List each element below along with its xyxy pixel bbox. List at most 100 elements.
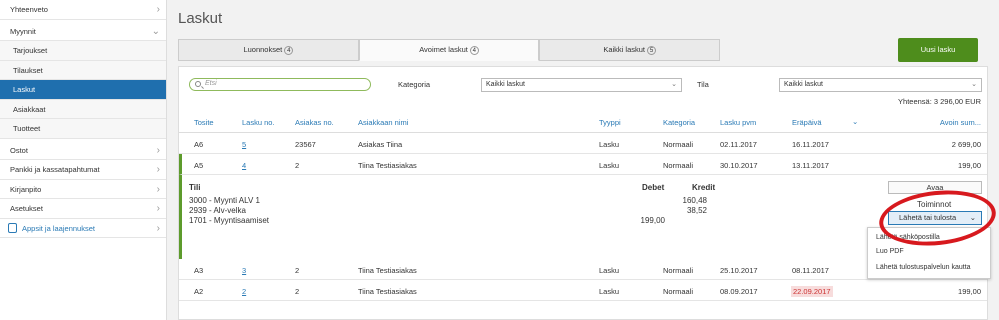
shopping-bag-icon: [8, 222, 17, 233]
state-value: Kaikki laskut: [784, 81, 823, 88]
sidebar: Yhteenveto › Myynnit ⌄ Tarjoukset Tilaukse…: [0, 0, 167, 320]
menu-item-print-service[interactable]: Lähetä tulostuspalvelun kautta: [876, 264, 971, 271]
chevron-right-icon: ›: [156, 144, 160, 156]
sidebar-item-label: Ostot: [10, 145, 28, 155]
col-tyyppi[interactable]: Tyyppi: [599, 118, 621, 127]
cell-tyyppi: Lasku: [599, 140, 620, 149]
sidebar-item-kirjanpito[interactable]: Kirjanpito ›: [0, 180, 166, 199]
detail-col-debet: Debet: [642, 183, 665, 192]
sidebar-item-label: Myynnit: [10, 26, 36, 36]
cell-tosite: A2: [194, 287, 204, 296]
table-header: Tosite Lasku no. Asiakas no. Asiakkaan n…: [179, 115, 987, 133]
sidebar-item-label: Kirjanpito: [10, 184, 42, 194]
chevron-right-icon: ›: [156, 164, 160, 175]
col-pvm[interactable]: Lasku pvm: [720, 118, 756, 127]
detail-account: 3000 - Myynti ALV 1: [189, 196, 260, 205]
count-badge: 4: [469, 46, 479, 55]
col-lasku-no[interactable]: Lasku no.: [242, 118, 275, 127]
invoice-link[interactable]: 4: [242, 161, 246, 170]
col-asiakas-nimi[interactable]: Asiakkaan nimi: [358, 118, 408, 127]
sidebar-item-apps[interactable]: Appsit ja laajennukset ›: [0, 219, 166, 238]
cell-kategoria: Normaali: [663, 266, 694, 275]
search-placeholder: Etsi: [205, 80, 217, 87]
cell-pvm: 25.10.2017: [720, 266, 758, 275]
tab-label: Luonnokset: [243, 45, 283, 54]
chevron-down-icon: ⌄: [151, 25, 160, 37]
cell-erapaiva: 08.11.2017: [792, 266, 829, 275]
col-erapaiva[interactable]: Eräpäivä: [792, 118, 822, 127]
chevron-right-icon: ›: [156, 183, 160, 195]
new-invoice-button[interactable]: Uusi lasku: [898, 38, 978, 62]
cell-tosite: A6: [194, 140, 204, 149]
sidebar-item-label: Pankki ja kassatapahtumat: [10, 165, 100, 174]
category-select[interactable]: Kaikki laskut ⌄: [481, 78, 682, 92]
cell-erapaiva: 16.11.2017: [792, 140, 829, 149]
main-area: Laskut Luonnokset 4 Avoimet laskut 4 Kaikk…: [168, 0, 999, 320]
sidebar-item-tarjoukset[interactable]: Tarjoukset: [0, 41, 166, 61]
cell-tyyppi: Lasku: [599, 287, 620, 296]
tab-bar: Luonnokset 4 Avoimet laskut 4 Kaikki lasku…: [178, 39, 721, 61]
table-row[interactable]: A3 3 2 Tiina Testiasiakas Lasku Normaali…: [179, 259, 987, 280]
sidebar-item-asiakkaat[interactable]: Asiakkaat: [0, 99, 166, 119]
category-value: Kaikki laskut: [486, 81, 525, 88]
sidebar-item-yhteenveto[interactable]: Yhteenveto ›: [0, 0, 166, 20]
cell-pvm: 02.11.2017: [720, 140, 757, 149]
sidebar-item-label: Appsit ja laajennukset: [22, 223, 95, 233]
sidebar-item-ostot[interactable]: Ostot ›: [0, 141, 166, 160]
chevron-right-icon: ›: [156, 4, 160, 15]
sidebar-item-label: Asiakkaat: [13, 104, 46, 114]
sidebar-item-label: Yhteenveto: [10, 5, 48, 14]
col-kategoria[interactable]: Kategoria: [663, 118, 695, 127]
tab-luonnokset[interactable]: Luonnokset 4: [178, 39, 359, 61]
tab-avoimet-laskut[interactable]: Avoimet laskut 4: [358, 39, 540, 61]
detail-kredit: 160,48: [682, 196, 707, 205]
table-row[interactable]: A6 5 23567 Asiakas Tiina Lasku Normaali …: [179, 133, 987, 154]
cell-avoin: 199,00: [958, 287, 981, 296]
search-input[interactable]: Etsi: [189, 78, 371, 91]
search-icon: [195, 81, 201, 87]
cell-asiakas-no: 2: [295, 266, 300, 275]
sidebar-item-label: Tuotteet: [13, 124, 41, 133]
sidebar-item-tilaukset[interactable]: Tilaukset: [0, 60, 166, 80]
sidebar-item-myynnit[interactable]: Myynnit ⌄: [0, 22, 166, 41]
sidebar-item-laskut[interactable]: Laskut: [0, 80, 166, 100]
cell-kategoria: Normaali: [663, 140, 694, 149]
sidebar-item-asetukset[interactable]: Asetukset ›: [0, 199, 166, 219]
col-tosite[interactable]: Tosite: [194, 118, 214, 127]
cell-asiakas-nimi: Tiina Testiasiakas: [358, 161, 417, 170]
cell-pvm: 08.09.2017: [720, 287, 758, 296]
table-row[interactable]: A2 2 2 Tiina Testiasiakas Lasku Normaali…: [179, 280, 987, 301]
col-avoin[interactable]: Avoin sum...: [940, 118, 981, 127]
cell-asiakas-no: 2: [295, 287, 300, 296]
col-asiakas-no[interactable]: Asiakas no.: [295, 118, 334, 127]
invoice-panel: Etsi Kategoria Kaikki laskut ⌄ Tila Kaikk…: [178, 66, 991, 320]
cell-erapaiva: 13.11.2017: [792, 161, 829, 170]
sidebar-item-pankki[interactable]: Pankki ja kassatapahtumat ›: [0, 160, 166, 180]
detail-col-kredit: Kredit: [692, 183, 716, 192]
invoice-link[interactable]: 2: [242, 287, 246, 296]
cell-asiakas-nimi: Asiakas Tiina: [358, 140, 403, 149]
sort-chevron-icon[interactable]: ⌄: [852, 117, 858, 126]
detail-col-tili: Tili: [189, 183, 201, 192]
invoice-link[interactable]: 5: [242, 140, 246, 149]
cell-avoin: 2 699,00: [951, 140, 981, 149]
chevron-right-icon: ›: [156, 203, 160, 214]
menu-item-create-pdf[interactable]: Luo PDF: [876, 248, 904, 255]
cell-pvm: 30.10.2017: [720, 161, 758, 170]
cell-tosite: A5: [194, 161, 204, 170]
cell-avoin: 199,00: [958, 161, 981, 170]
sidebar-item-tuotteet[interactable]: Tuotteet: [0, 119, 166, 139]
tab-kaikki-laskut[interactable]: Kaikki laskut 5: [539, 39, 721, 61]
invoice-link[interactable]: 3: [242, 266, 246, 275]
state-select[interactable]: Kaikki laskut ⌄: [779, 78, 982, 92]
invoice-detail: Tili Debet Kredit 3000 - Myynti ALV 1 16…: [179, 175, 987, 259]
detail-debet: 199,00: [640, 216, 665, 225]
chevron-right-icon: ›: [156, 222, 160, 234]
cell-kategoria: Normaali: [663, 161, 694, 170]
table-row-selected[interactable]: A5 4 2 Tiina Testiasiakas Lasku Normaali…: [179, 154, 987, 175]
sidebar-item-label: Tarjoukset: [13, 46, 48, 55]
overdue-date-badge: 22.09.2017: [791, 286, 833, 297]
detail-account: 2939 - Alv-velka: [189, 206, 246, 215]
cell-asiakas-nimi: Tiina Testiasiakas: [358, 287, 417, 296]
cell-asiakas-nimi: Tiina Testiasiakas: [358, 266, 417, 275]
